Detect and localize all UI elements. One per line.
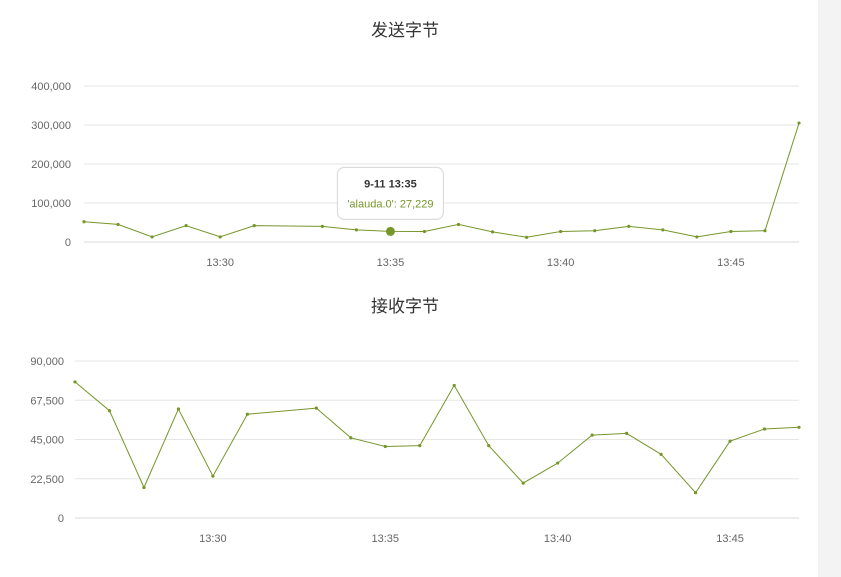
- data-point[interactable]: [349, 436, 353, 440]
- y-tick-label: 45,000: [30, 435, 64, 447]
- y-tick-label: 90,000: [30, 356, 64, 368]
- y-gridlines: [84, 85, 799, 243]
- y-tick-label: 0: [65, 237, 71, 249]
- tooltip-title: 9-11 13:35: [364, 178, 417, 190]
- data-point[interactable]: [728, 439, 732, 443]
- data-point[interactable]: [218, 235, 222, 239]
- x-tick-labels: 13:30 13:35 13:40 13:45: [206, 257, 744, 269]
- data-point[interactable]: [487, 444, 491, 448]
- y-tick-label: 0: [58, 513, 64, 525]
- data-point[interactable]: [593, 229, 597, 233]
- data-point[interactable]: [314, 406, 318, 410]
- data-point[interactable]: [73, 380, 77, 384]
- data-point[interactable]: [695, 235, 699, 239]
- chart-sent-bytes: 发送字节 0 100,000 200,000 300,000 400,000 13:30…: [31, 21, 801, 269]
- series-points: [73, 380, 801, 495]
- y-tick-label: 200,000: [31, 159, 71, 171]
- data-point[interactable]: [625, 431, 629, 435]
- x-tick-label: 13:35: [372, 533, 400, 545]
- data-point[interactable]: [116, 222, 120, 227]
- x-tick-labels: 13:30 13:35 13:40 13:45: [199, 533, 744, 545]
- x-tick-label: 13:40: [544, 533, 572, 545]
- data-point[interactable]: [452, 383, 456, 388]
- data-point[interactable]: [107, 409, 112, 413]
- data-point[interactable]: [521, 481, 525, 485]
- data-point[interactable]: [490, 230, 495, 234]
- y-gridlines: [75, 360, 799, 519]
- data-point[interactable]: [762, 427, 767, 431]
- data-point[interactable]: [693, 491, 698, 495]
- data-point[interactable]: [176, 407, 181, 411]
- x-tick-label: 13:35: [377, 257, 405, 269]
- chart-received-bytes: 接收字节 022,50045,00067,50090,000 13:30 13:3…: [30, 297, 801, 545]
- data-point[interactable]: [422, 229, 427, 234]
- data-point[interactable]: [184, 224, 188, 228]
- chart-title-received-bytes: 接收字节: [371, 297, 439, 317]
- data-point[interactable]: [383, 444, 387, 449]
- x-tick-label: 13:30: [199, 533, 227, 545]
- y-tick-label: 22,500: [30, 474, 64, 486]
- y-tick-label: 67,500: [30, 395, 64, 407]
- data-point[interactable]: [82, 220, 86, 224]
- data-point[interactable]: [797, 425, 801, 429]
- data-point[interactable]: [590, 433, 594, 437]
- data-point[interactable]: [456, 222, 461, 227]
- tooltip-value: 'alauda.0': 27,229: [347, 198, 433, 210]
- data-point[interactable]: [142, 485, 146, 490]
- data-point[interactable]: [797, 121, 801, 125]
- x-tick-label: 13:45: [717, 257, 745, 269]
- data-point[interactable]: [559, 229, 563, 234]
- charts-canvas: 发送字节 0 100,000 200,000 300,000 400,000 13:30…: [30, 21, 801, 545]
- y-tick-labels: 0 100,000 200,000 300,000 400,000: [31, 81, 71, 249]
- data-point[interactable]: [729, 229, 733, 234]
- tooltip-box: [336, 166, 445, 220]
- x-tick-label: 13:30: [206, 257, 234, 269]
- x-tick-label: 13:40: [547, 257, 575, 269]
- data-point[interactable]: [354, 228, 358, 232]
- y-tick-label: 100,000: [31, 198, 71, 210]
- y-tick-label: 400,000: [31, 81, 71, 93]
- data-point[interactable]: [627, 224, 631, 228]
- data-point[interactable]: [150, 235, 154, 239]
- series-line-alauda-0: [74, 381, 800, 494]
- data-point[interactable]: [659, 452, 663, 456]
- highlighted-data-point[interactable]: [385, 226, 395, 236]
- data-point[interactable]: [211, 474, 215, 478]
- data-point[interactable]: [661, 228, 665, 232]
- chart-title-sent-bytes: 发送字节: [371, 21, 439, 41]
- data-point[interactable]: [245, 412, 249, 416]
- data-point[interactable]: [252, 224, 256, 228]
- data-point[interactable]: [418, 444, 422, 448]
- data-point[interactable]: [556, 461, 560, 465]
- data-point[interactable]: [525, 235, 529, 239]
- data-point[interactable]: [320, 224, 324, 228]
- x-tick-label: 13:45: [716, 533, 744, 545]
- tooltip: 9-11 13:35 'alauda.0': 27,229: [336, 166, 445, 220]
- y-tick-labels: 0 22,500 45,000 67,500 90,000: [30, 356, 64, 525]
- data-point[interactable]: [763, 229, 767, 233]
- y-tick-label: 300,000: [31, 120, 71, 132]
